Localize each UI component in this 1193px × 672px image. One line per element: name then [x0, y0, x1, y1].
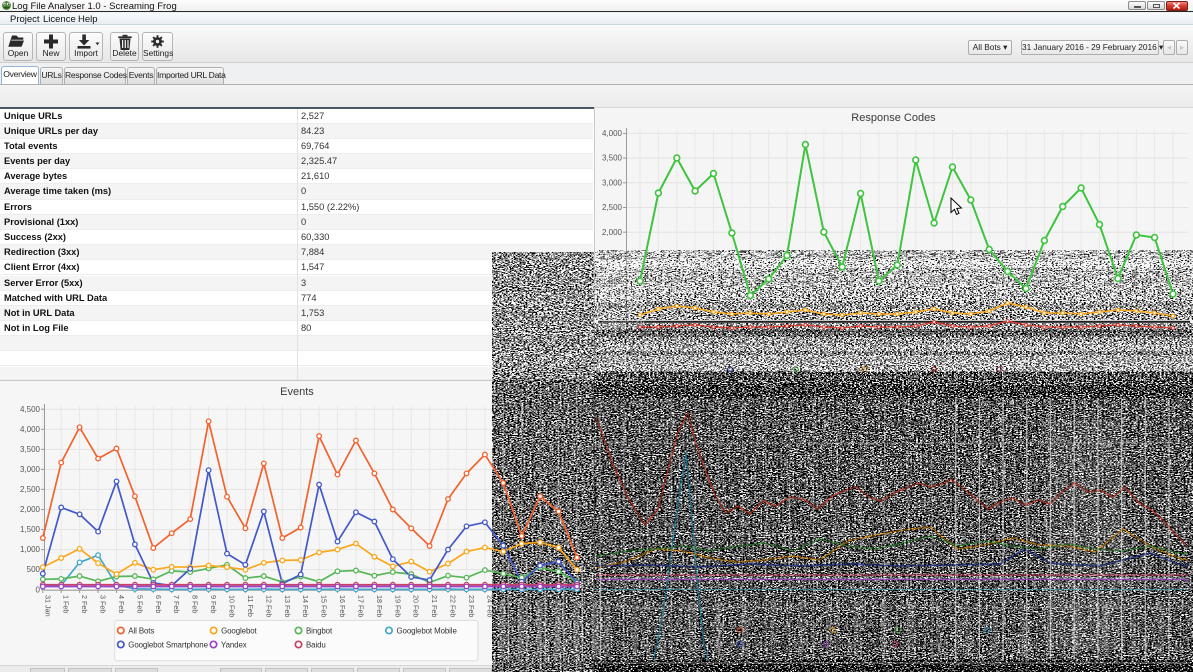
svg-text:Googlebot: Googlebot — [221, 627, 257, 636]
svg-text:20 Feb: 20 Feb — [412, 595, 421, 617]
svg-text:4,000: 4,000 — [602, 129, 623, 138]
svg-text:2 Feb: 2 Feb — [80, 595, 89, 613]
svg-text:2,500: 2,500 — [20, 485, 41, 494]
svg-text:31 Jan: 31 Jan — [43, 595, 52, 617]
svg-text:4,000: 4,000 — [20, 425, 41, 434]
svg-text:5 Feb: 5 Feb — [135, 595, 144, 613]
svg-text:7 Feb: 7 Feb — [172, 595, 181, 613]
svg-text:Bingbot: Bingbot — [306, 627, 333, 636]
svg-text:1 Feb: 1 Feb — [62, 595, 71, 613]
svg-text:3,000: 3,000 — [602, 178, 623, 187]
svg-text:2,500: 2,500 — [602, 203, 623, 212]
svg-text:15 Feb: 15 Feb — [320, 595, 329, 617]
svg-text:Yandex: Yandex — [221, 641, 247, 650]
svg-text:8 Feb: 8 Feb — [191, 595, 200, 613]
svg-text:19 Feb: 19 Feb — [393, 595, 402, 617]
svg-text:All Bots: All Bots — [128, 627, 154, 636]
svg-text:9 Feb: 9 Feb — [209, 595, 218, 613]
svg-text:500: 500 — [27, 565, 41, 574]
svg-text:1,000: 1,000 — [20, 545, 41, 554]
svg-text:4,500: 4,500 — [20, 405, 41, 414]
svg-text:3,500: 3,500 — [20, 445, 41, 454]
svg-text:4 Feb: 4 Feb — [117, 595, 126, 613]
svg-text:Googlebot Smartphone: Googlebot Smartphone — [128, 641, 208, 650]
svg-text:11 Feb: 11 Feb — [246, 595, 255, 617]
svg-text:13 Feb: 13 Feb — [283, 595, 292, 617]
svg-text:6 Feb: 6 Feb — [154, 595, 163, 613]
svg-text:10 Feb: 10 Feb — [228, 595, 237, 617]
svg-text:14 Feb: 14 Feb — [301, 595, 310, 617]
svg-text:23 Feb: 23 Feb — [467, 595, 476, 617]
svg-text:Baidu: Baidu — [306, 641, 326, 650]
svg-text:17 Feb: 17 Feb — [356, 595, 365, 617]
svg-text:22 Feb: 22 Feb — [449, 595, 458, 617]
svg-text:2,000: 2,000 — [20, 505, 41, 514]
svg-text:18 Feb: 18 Feb — [375, 595, 384, 617]
svg-text:3,500: 3,500 — [602, 154, 623, 163]
svg-text:3 Feb: 3 Feb — [99, 595, 108, 613]
svg-text:0: 0 — [36, 585, 41, 594]
svg-text:3,000: 3,000 — [20, 465, 41, 474]
svg-text:Googlebot Mobile: Googlebot Mobile — [397, 627, 458, 636]
svg-text:21 Feb: 21 Feb — [430, 595, 439, 617]
svg-text:2,000: 2,000 — [602, 228, 623, 237]
svg-text:12 Feb: 12 Feb — [264, 595, 273, 617]
svg-text:16 Feb: 16 Feb — [338, 595, 347, 617]
svg-text:1,500: 1,500 — [20, 525, 41, 534]
